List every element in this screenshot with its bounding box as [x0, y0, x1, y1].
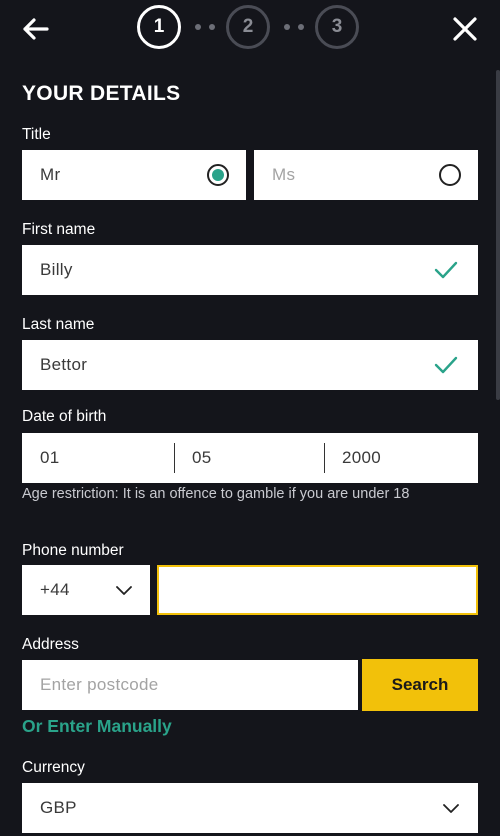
- dob-month-input[interactable]: 05: [192, 448, 212, 468]
- arrow-left-icon: [23, 18, 49, 40]
- first-name-value: Billy: [40, 260, 73, 279]
- dob-label: Date of birth: [22, 408, 107, 425]
- dob-day-input[interactable]: 01: [40, 448, 60, 468]
- close-button[interactable]: [444, 8, 486, 50]
- page-title: YOUR DETAILS: [22, 82, 181, 105]
- chevron-down-icon: [443, 804, 459, 813]
- radio-selected-icon[interactable]: [207, 164, 229, 186]
- step-2-indicator: 2: [226, 5, 270, 49]
- enter-manually-link[interactable]: Or Enter Manually: [22, 716, 172, 737]
- back-button[interactable]: [14, 8, 56, 50]
- dob-divider: [324, 443, 325, 473]
- country-code-value: +44: [40, 580, 70, 599]
- age-restriction-hint: Age restriction: It is an offence to gam…: [22, 486, 410, 502]
- phone-number-input[interactable]: [157, 565, 478, 615]
- postcode-input[interactable]: Enter postcode: [22, 660, 358, 710]
- country-code-select[interactable]: +44: [22, 565, 150, 615]
- checkmark-icon: [434, 356, 458, 374]
- dob-divider: [174, 443, 175, 473]
- top-bar: 1 2 3: [0, 0, 500, 60]
- checkmark-icon: [434, 261, 458, 279]
- title-option-ms[interactable]: Ms: [254, 150, 478, 200]
- first-name-label: First name: [22, 221, 96, 238]
- last-name-input[interactable]: Bettor: [22, 340, 478, 390]
- currency-label: Currency: [22, 759, 85, 776]
- last-name-value: Bettor: [40, 355, 88, 374]
- close-icon: [453, 17, 477, 41]
- step-connector: [284, 24, 304, 32]
- chevron-down-icon: [116, 586, 132, 595]
- search-button[interactable]: Search: [362, 659, 478, 711]
- step-connector: [195, 24, 215, 32]
- phone-label: Phone number: [22, 542, 124, 559]
- address-label: Address: [22, 636, 79, 653]
- dob-input-group: 01 05 2000: [22, 433, 478, 483]
- title-option-label: Ms: [272, 165, 296, 184]
- currency-select[interactable]: GBP: [22, 783, 478, 833]
- title-option-mr[interactable]: Mr: [22, 150, 246, 200]
- title-label: Title: [22, 126, 51, 143]
- postcode-placeholder: Enter postcode: [40, 675, 159, 694]
- scrollbar-thumb[interactable]: [496, 70, 500, 400]
- radio-unselected-icon[interactable]: [439, 164, 461, 186]
- last-name-label: Last name: [22, 316, 95, 333]
- step-1-indicator: 1: [137, 5, 181, 49]
- title-option-label: Mr: [40, 165, 61, 184]
- step-3-indicator: 3: [315, 5, 359, 49]
- dob-year-input[interactable]: 2000: [342, 448, 381, 468]
- first-name-input[interactable]: Billy: [22, 245, 478, 295]
- currency-value: GBP: [40, 798, 77, 817]
